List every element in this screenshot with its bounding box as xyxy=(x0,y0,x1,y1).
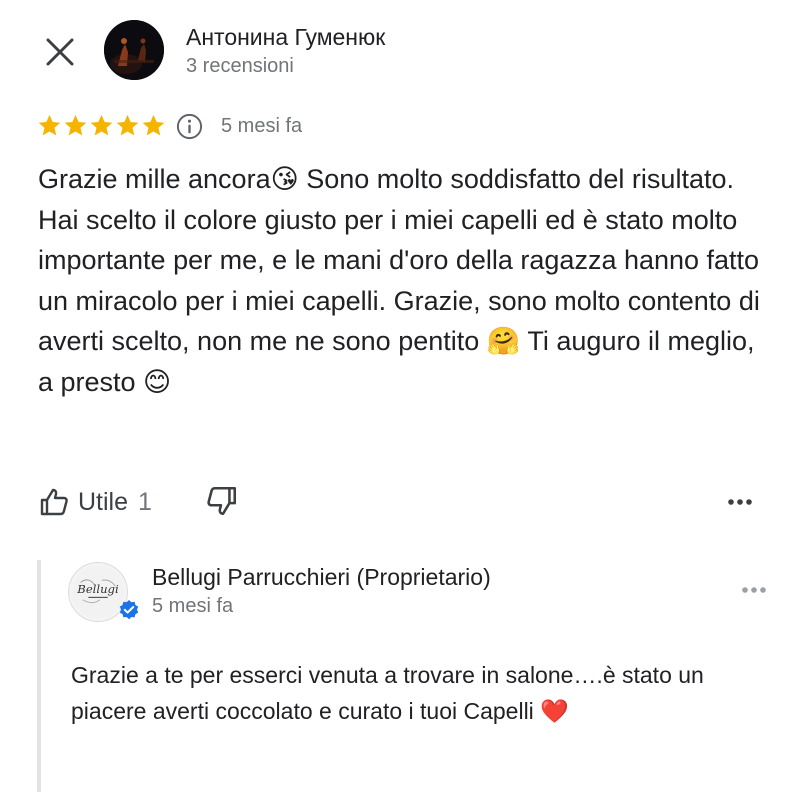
review-date: 5 mesi fa xyxy=(221,115,303,137)
author-avatar[interactable] xyxy=(104,20,164,80)
helpful-count: 1 xyxy=(138,487,152,516)
close-icon xyxy=(46,38,74,66)
helpful-label: Utile xyxy=(78,487,129,516)
owner-reply-text: Grazie a te per esserci venuta a trovare… xyxy=(71,662,704,724)
star-icon xyxy=(64,114,87,136)
verified-badge xyxy=(118,599,140,621)
owner-reply-date: 5 mesi fa xyxy=(152,595,234,617)
author-name[interactable]: Антонина Гуменюк xyxy=(186,24,385,51)
info-icon xyxy=(176,113,203,140)
svg-text:Bellugi: Bellugi xyxy=(76,582,119,596)
author-avatar-photo xyxy=(104,20,164,80)
star-icon xyxy=(142,114,165,136)
star-icon xyxy=(116,114,139,136)
author-review-count: 3 recensioni xyxy=(186,55,294,77)
star-icon xyxy=(38,114,61,136)
thumbs-up-icon xyxy=(40,488,68,516)
close-button[interactable] xyxy=(40,32,80,72)
more-horizontal-icon xyxy=(728,499,752,505)
reply-divider xyxy=(37,560,41,792)
review-more-button[interactable] xyxy=(724,486,756,518)
reply-more-button[interactable] xyxy=(738,574,770,606)
more-horizontal-icon xyxy=(742,587,766,593)
info-button[interactable] xyxy=(175,112,204,141)
review-text: Grazie mille ancora😘 Sono molto soddisfa… xyxy=(38,164,760,397)
helpful-button[interactable]: Utile 1 xyxy=(38,484,152,520)
not-helpful-button[interactable] xyxy=(205,484,239,520)
verified-badge-icon xyxy=(119,600,139,620)
owner-name[interactable]: Bellugi Parrucchieri (Proprietario) xyxy=(152,564,491,591)
star-rating xyxy=(37,113,166,138)
star-icon xyxy=(90,114,113,136)
thumbs-down-icon xyxy=(207,486,237,516)
